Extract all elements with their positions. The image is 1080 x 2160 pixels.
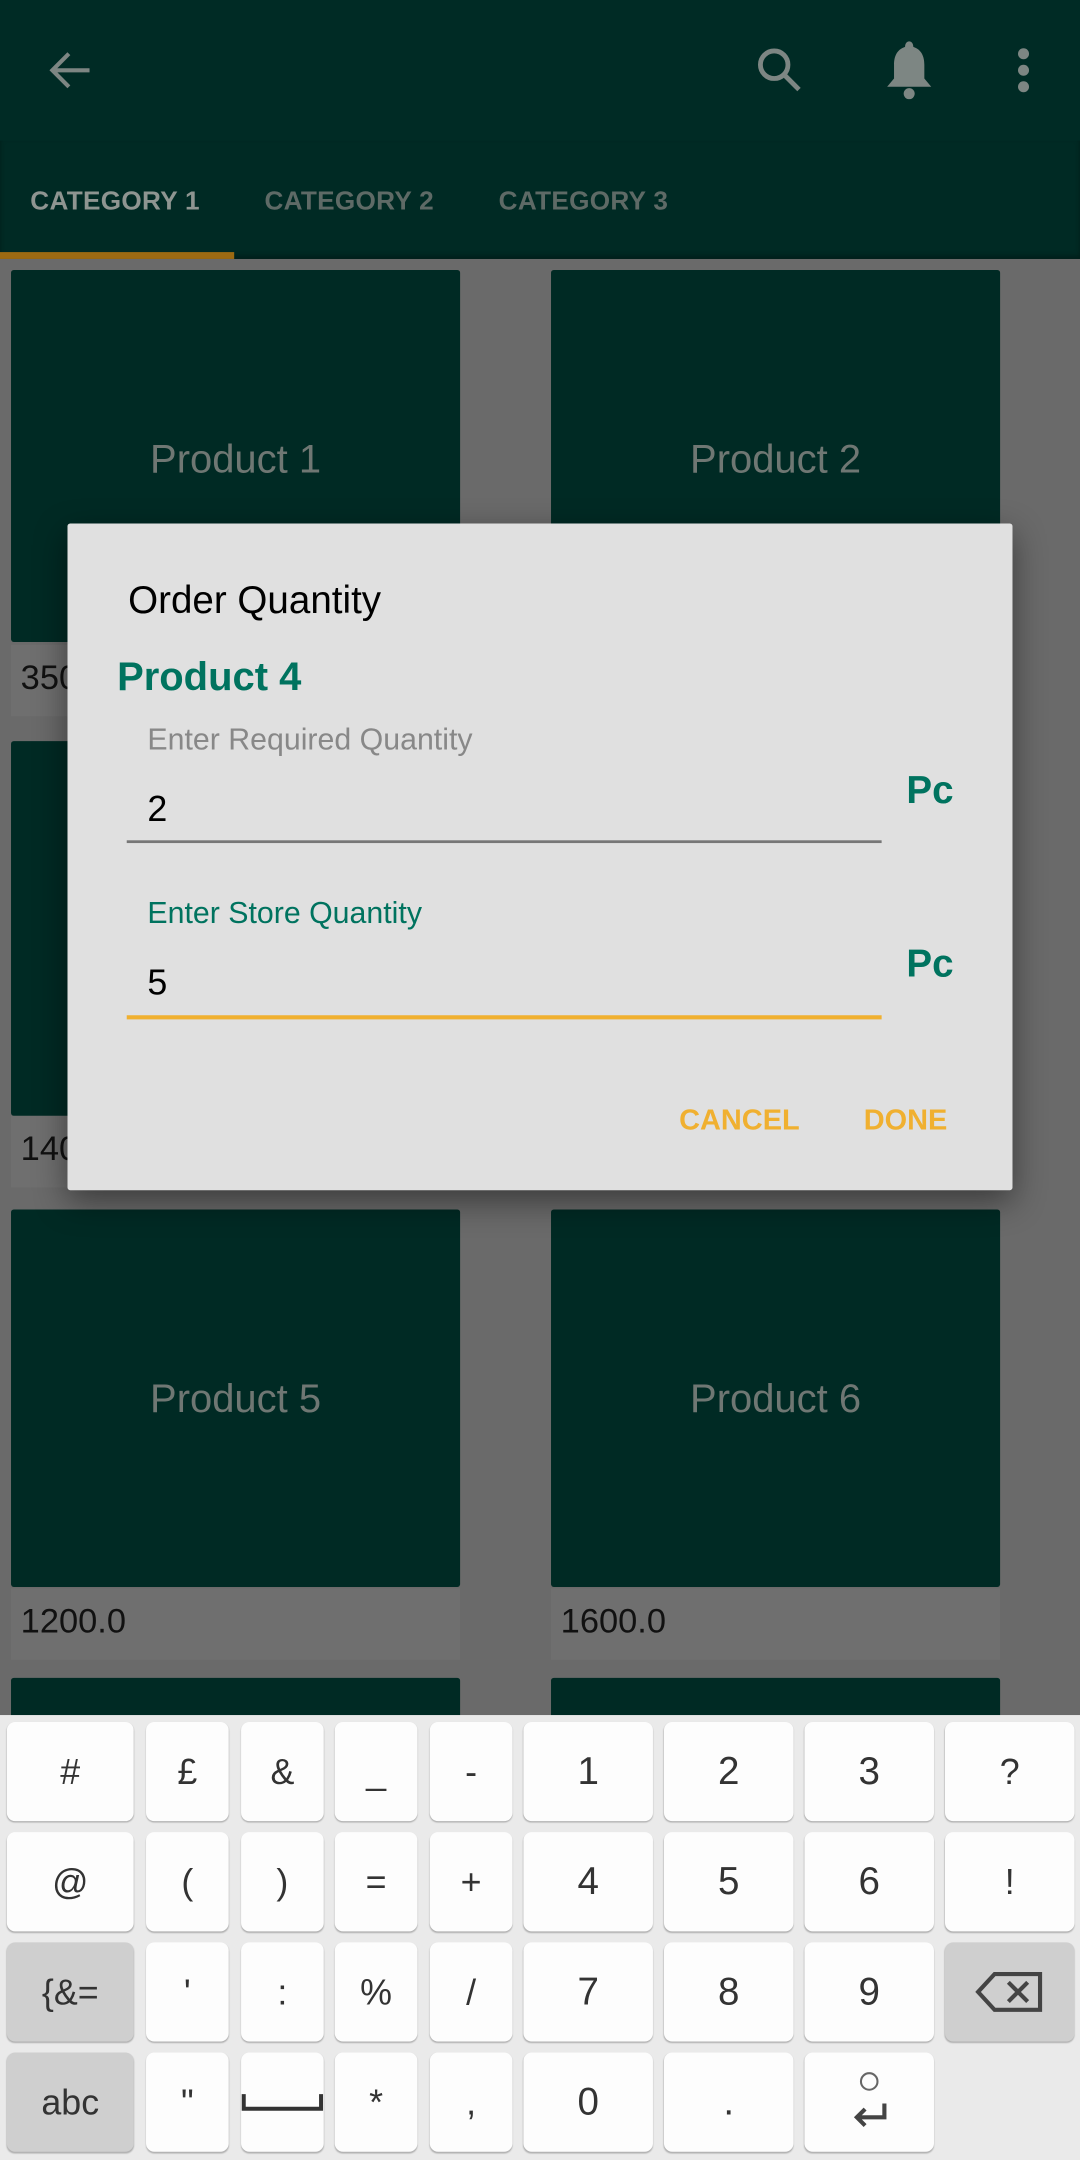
key[interactable]: ( [146, 1832, 229, 1932]
key[interactable]: 0 [523, 2052, 653, 2152]
key[interactable]: & [241, 1721, 324, 1822]
bell-icon[interactable] [883, 39, 935, 102]
backspace-icon [975, 1971, 1043, 2012]
key[interactable]: # [6, 1721, 134, 1822]
key[interactable]: 7 [523, 1942, 653, 2042]
symbols-toggle-key[interactable]: {&= [6, 1942, 134, 2042]
key[interactable]: 1 [523, 1721, 653, 1822]
product-price: 1600.0 [551, 1588, 1001, 1660]
backspace-key[interactable] [944, 1942, 1075, 2042]
space-icon [241, 2094, 324, 2111]
order-quantity-dialog: Order Quantity Product 4 Enter Required … [67, 523, 1013, 1191]
key[interactable]: + [429, 1832, 513, 1932]
required-unit: Pc [906, 768, 954, 812]
store-quantity-input[interactable]: 5 [126, 945, 882, 1020]
space-key[interactable] [241, 2052, 324, 2152]
key[interactable]: 3 [804, 1721, 934, 1822]
product-price: 1200.0 [11, 1588, 461, 1660]
product-name: Product 6 [690, 1377, 862, 1422]
key[interactable]: ) [241, 1832, 324, 1932]
key[interactable]: @ [6, 1832, 134, 1932]
enter-icon [853, 2072, 887, 2128]
enter-key[interactable] [804, 2052, 934, 2152]
tab-category-3[interactable]: CATEGORY 3 [499, 187, 669, 217]
key[interactable]: 6 [804, 1832, 934, 1932]
tab-category-1[interactable]: CATEGORY 1 [30, 187, 200, 217]
product-name: Product 4 [117, 655, 302, 700]
back-arrow-icon[interactable] [47, 50, 94, 91]
tab-indicator [0, 252, 235, 259]
required-quantity-value: 2 [147, 787, 168, 830]
more-options-icon[interactable] [1014, 47, 1033, 94]
key[interactable]: / [429, 1942, 513, 2042]
key[interactable]: % [334, 1942, 418, 2042]
cancel-button[interactable]: CANCEL [679, 1105, 800, 1138]
product-card[interactable]: Product 6 [551, 1209, 1001, 1587]
key[interactable]: : [241, 1942, 324, 2042]
app-bar [0, 0, 1080, 141]
key[interactable]: = [334, 1832, 418, 1932]
store-unit: Pc [906, 942, 954, 985]
product-card[interactable]: Product 5 [11, 1209, 461, 1587]
key[interactable]: * [334, 2052, 418, 2152]
symbols-toggle-key[interactable]: abc [6, 2052, 134, 2152]
key[interactable]: £ [146, 1721, 229, 1822]
key[interactable]: _ [334, 1721, 418, 1822]
tab-category-2[interactable]: CATEGORY 2 [264, 187, 434, 217]
key[interactable]: ? [944, 1721, 1075, 1822]
category-tabs: CATEGORY 1 CATEGORY 2 CATEGORY 3 [0, 140, 1080, 259]
store-quantity-label: Enter Store Quantity [147, 895, 422, 930]
dialog-title: Order Quantity [128, 578, 382, 622]
screen: CATEGORY 1 CATEGORY 2 CATEGORY 3 Product… [0, 0, 1080, 2160]
store-quantity-value: 5 [147, 961, 168, 1003]
required-quantity-input[interactable]: 2 [126, 771, 882, 844]
key[interactable]: 9 [804, 1942, 934, 2042]
key[interactable]: ' [146, 1942, 229, 2042]
key[interactable]: ! [944, 1832, 1075, 1932]
product-name: Product 5 [150, 1377, 322, 1422]
product-name: Product 1 [150, 438, 322, 483]
key[interactable]: 4 [523, 1832, 653, 1932]
key[interactable]: 2 [663, 1721, 794, 1822]
key[interactable]: - [429, 1721, 513, 1822]
key[interactable]: 8 [663, 1942, 794, 2042]
search-icon[interactable] [755, 45, 805, 95]
key[interactable]: " [146, 2052, 229, 2152]
done-button[interactable]: DONE [864, 1105, 948, 1138]
key[interactable]: , [429, 2052, 513, 2152]
key[interactable]: 5 [663, 1832, 794, 1932]
key[interactable]: . [663, 2052, 794, 2152]
keyboard: # £ & _ -1 2 3? @() = +4 5 6! {&= ':%/7 8 9 abc " *, 0. [0, 1715, 1080, 2160]
product-name: Product 2 [690, 438, 862, 483]
required-quantity-label: Enter Required Quantity [147, 721, 473, 757]
